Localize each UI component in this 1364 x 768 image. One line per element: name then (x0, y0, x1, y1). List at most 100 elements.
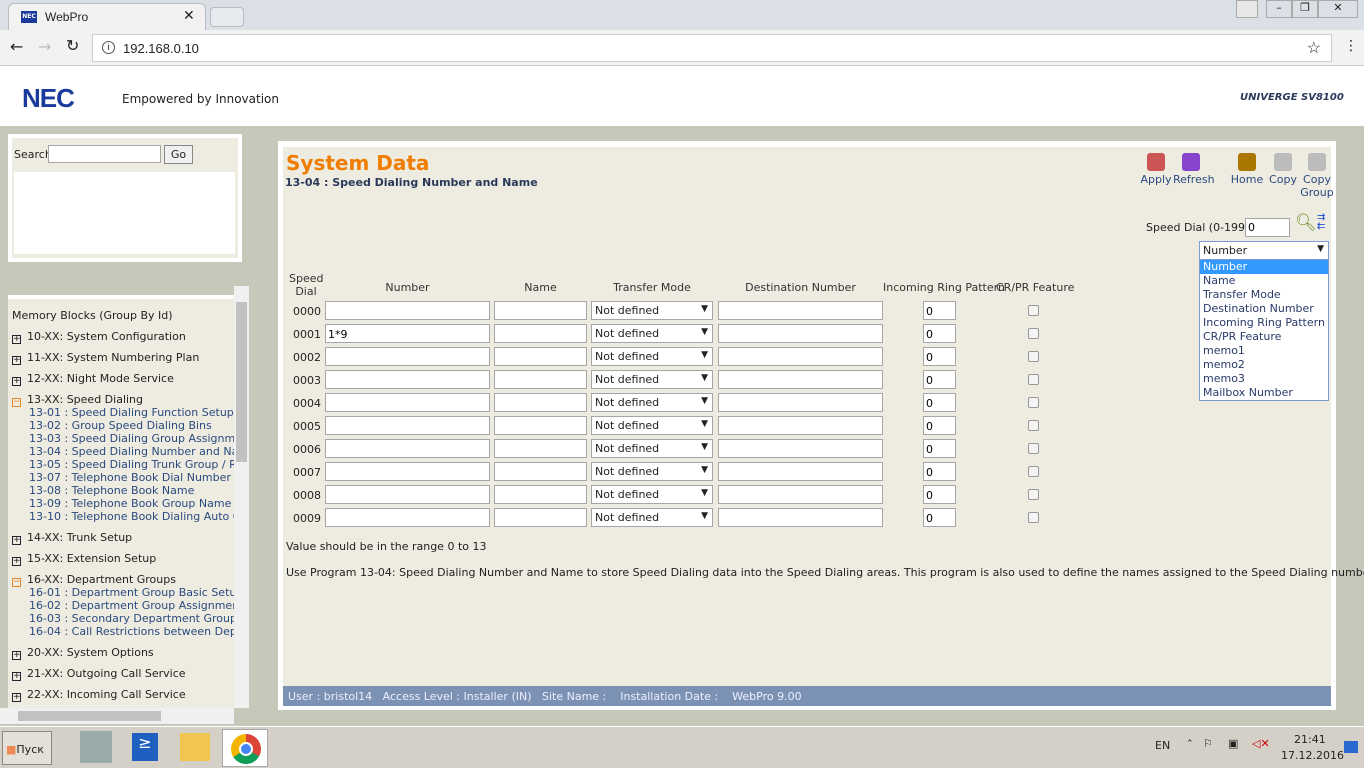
menu-icon[interactable]: ⋮ (1344, 38, 1358, 54)
transfer-mode-select[interactable]: Not defined ▼ (591, 393, 713, 412)
dropdown-option[interactable]: Destination Number (1200, 302, 1328, 316)
show-desktop-icon[interactable] (1344, 741, 1358, 753)
destination-number-input[interactable] (718, 508, 883, 527)
tree-item[interactable]: 16-01 : Department Group Basic Setup (29, 586, 234, 599)
dropdown-option[interactable]: Transfer Mode (1200, 288, 1328, 302)
number-input[interactable] (325, 416, 490, 435)
number-input[interactable]: 1*9 (325, 324, 490, 343)
destination-number-input[interactable] (718, 416, 883, 435)
transfer-mode-select[interactable]: Not defined ▼ (591, 416, 713, 435)
tree-group[interactable]: +22-XX: Incoming Call Service (12, 688, 186, 702)
tree-item[interactable]: 13-09 : Telephone Book Group Name (29, 497, 231, 510)
home-button[interactable]: Home (1229, 153, 1265, 186)
tree-group[interactable]: +15-XX: Extension Setup (12, 552, 156, 566)
start-button[interactable]: ■Пуск (2, 731, 52, 765)
go-button[interactable]: Go (164, 145, 193, 164)
destination-number-input[interactable] (718, 485, 883, 504)
crpr-checkbox[interactable] (1028, 374, 1039, 385)
apply-button[interactable]: Apply (1138, 153, 1174, 186)
back-icon[interactable]: ← (10, 37, 23, 56)
destination-number-input[interactable] (718, 462, 883, 481)
flag-icon[interactable]: ⚐ (1203, 737, 1213, 750)
transfer-mode-select[interactable]: Not defined ▼ (591, 347, 713, 366)
ring-pattern-input[interactable]: 0 (923, 485, 956, 504)
crpr-checkbox[interactable] (1028, 512, 1039, 523)
name-input[interactable] (494, 439, 587, 458)
scrollbar-thumb[interactable] (236, 302, 247, 462)
destination-number-input[interactable] (718, 393, 883, 412)
clock-time[interactable]: 21:41 (1294, 733, 1326, 746)
destination-number-input[interactable] (718, 347, 883, 366)
tree-item[interactable]: 16-03 : Secondary Department Groups (29, 612, 234, 625)
reload-icon[interactable]: ↻ (66, 36, 79, 55)
explorer-icon[interactable] (180, 733, 210, 761)
crpr-checkbox[interactable] (1028, 328, 1039, 339)
transfer-mode-select[interactable]: Not defined ▼ (591, 301, 713, 320)
search-input[interactable] (48, 145, 161, 163)
crpr-checkbox[interactable] (1028, 305, 1039, 316)
crpr-checkbox[interactable] (1028, 420, 1039, 431)
browser-tab[interactable]: NEC WebPro ✕ (8, 3, 206, 30)
tree-vertical-scrollbar[interactable] (234, 286, 249, 708)
tab-close-icon[interactable]: ✕ (183, 8, 195, 24)
expand-icon[interactable]: + (12, 536, 21, 545)
ring-pattern-input[interactable]: 0 (923, 416, 956, 435)
tree-horizontal-scrollbar[interactable] (0, 708, 234, 724)
ring-pattern-input[interactable]: 0 (923, 393, 956, 412)
speed-dial-input[interactable] (1245, 218, 1290, 237)
dropdown-option[interactable]: Mailbox Number (1200, 386, 1328, 400)
tree-group[interactable]: +21-XX: Outgoing Call Service (12, 667, 186, 681)
ring-pattern-input[interactable]: 0 (923, 508, 956, 527)
destination-number-input[interactable] (718, 324, 883, 343)
transfer-mode-select[interactable]: Not defined ▼ (591, 370, 713, 389)
name-input[interactable] (494, 416, 587, 435)
expand-icon[interactable]: + (12, 356, 21, 365)
scrollbar-thumb[interactable] (18, 711, 161, 721)
destination-number-input[interactable] (718, 370, 883, 389)
tree-item[interactable]: 13-08 : Telephone Book Name (29, 484, 194, 497)
name-input[interactable] (494, 462, 587, 481)
tree-item[interactable]: 16-04 : Call Restrictions between Depart… (29, 625, 234, 638)
ring-pattern-input[interactable]: 0 (923, 439, 956, 458)
number-input[interactable] (325, 485, 490, 504)
crpr-checkbox[interactable] (1028, 397, 1039, 408)
bookmark-star-icon[interactable]: ☆ (1307, 38, 1321, 58)
address-bar[interactable]: i 192.168.0.10 ☆ (92, 34, 1332, 62)
dropdown-option[interactable]: Number (1200, 260, 1328, 274)
new-tab-button[interactable] (210, 7, 244, 27)
name-input[interactable] (494, 393, 587, 412)
transfer-mode-select[interactable]: Not defined ▼ (591, 485, 713, 504)
destination-number-input[interactable] (718, 301, 883, 320)
tree-group[interactable]: +12-XX: Night Mode Service (12, 372, 174, 386)
info-icon[interactable]: i (102, 41, 115, 54)
transfer-mode-select[interactable]: Not defined ▼ (591, 439, 713, 458)
destination-number-input[interactable] (718, 439, 883, 458)
number-input[interactable] (325, 439, 490, 458)
number-input[interactable] (325, 393, 490, 412)
collapse-icon[interactable]: − (12, 578, 21, 587)
name-input[interactable] (494, 324, 587, 343)
profile-icon[interactable] (1236, 0, 1258, 18)
ring-pattern-input[interactable]: 0 (923, 324, 956, 343)
expand-icon[interactable]: + (12, 557, 21, 566)
ring-pattern-input[interactable]: 0 (923, 462, 956, 481)
expand-icon[interactable]: + (12, 672, 21, 681)
chrome-taskbar-button[interactable] (222, 729, 268, 767)
tree-group[interactable]: +10-XX: System Configuration (12, 330, 186, 344)
tree-group[interactable]: +20-XX: System Options (12, 646, 154, 660)
collapse-icon[interactable]: − (12, 398, 21, 407)
refresh-button[interactable]: Refresh (1173, 153, 1215, 186)
tree-group[interactable]: −13-XX: Speed Dialing (12, 393, 143, 407)
dropdown-option[interactable]: memo1 (1200, 344, 1328, 358)
number-input[interactable] (325, 462, 490, 481)
dropdown-option[interactable]: memo2 (1200, 358, 1328, 372)
tree-item[interactable]: 16-02 : Department Group Assignment for (29, 599, 234, 612)
tray-expand-icon[interactable]: ⌃ (1186, 739, 1194, 749)
transfer-mode-select[interactable]: Not defined ▼ (591, 508, 713, 527)
forward-icon[interactable]: → (38, 37, 51, 56)
tree-item[interactable]: 13-07 : Telephone Book Dial Number and N (29, 471, 234, 484)
ring-pattern-input[interactable]: 0 (923, 347, 956, 366)
crpr-checkbox[interactable] (1028, 351, 1039, 362)
crpr-checkbox[interactable] (1028, 489, 1039, 500)
tree-group[interactable]: −16-XX: Department Groups (12, 573, 176, 587)
